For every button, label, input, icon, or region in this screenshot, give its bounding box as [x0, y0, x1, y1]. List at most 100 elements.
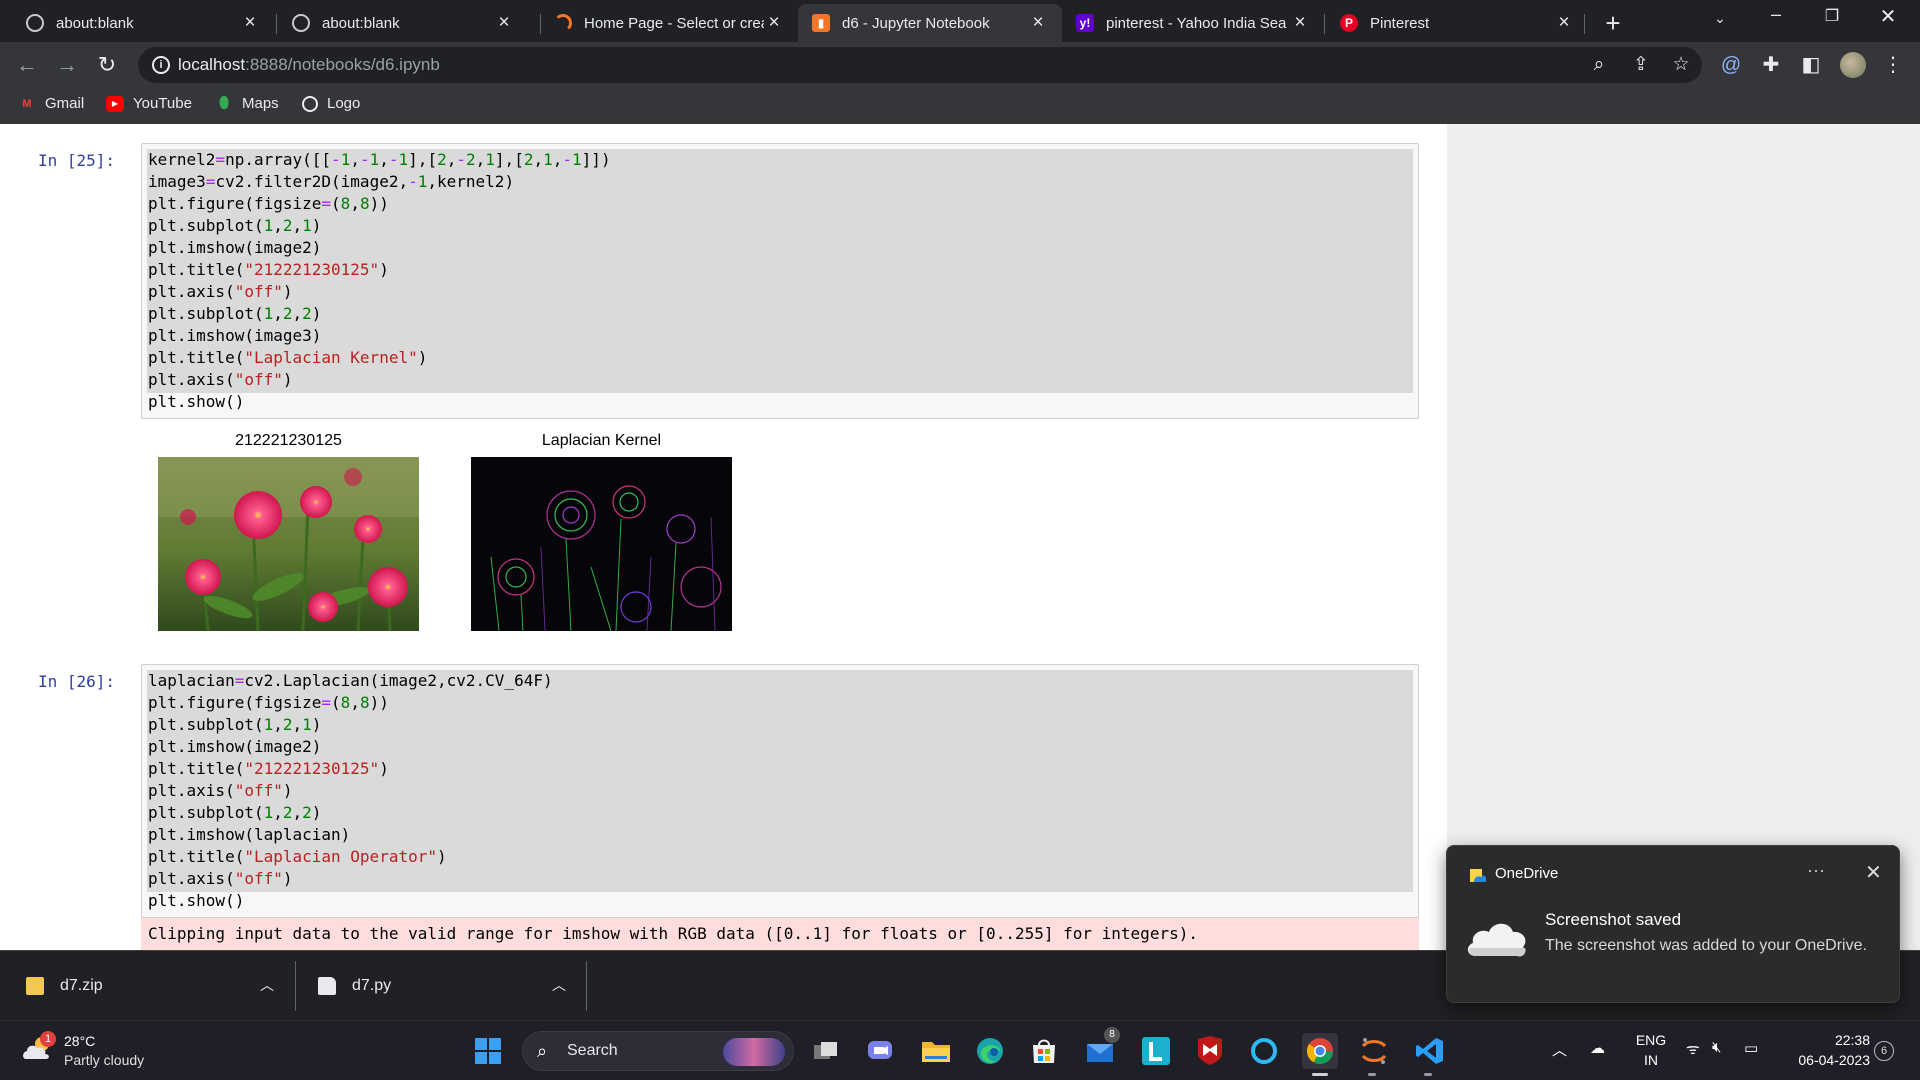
chrome-icon[interactable] — [1302, 1033, 1338, 1069]
taskbar: 1 28°C Partly cloudy ⌕ Search 8 ︿ ☁ ENG … — [0, 1020, 1920, 1080]
shelf-divider — [295, 961, 296, 1011]
youtube-icon: ▶ — [106, 95, 124, 112]
notification-count-badge[interactable]: 6 — [1874, 1041, 1894, 1061]
reload-button[interactable]: ↻ — [94, 52, 120, 78]
chevron-up-icon[interactable]: ︿ — [260, 975, 274, 995]
bookmarks-bar: M Gmail ▶ YouTube ⬮ Maps Logo — [0, 88, 1920, 124]
mail-icon[interactable]: 8 — [1082, 1027, 1120, 1069]
onedrive-notification[interactable]: OneDrive ··· ✕ Screenshot saved The scre… — [1446, 845, 1900, 1003]
code-line: plt.imshow(image2) — [148, 238, 322, 257]
minimize-button[interactable]: – — [1756, 4, 1796, 25]
code-line: image3=cv2.filter2D(image2,-1,kernel2) — [148, 172, 515, 191]
tab-close-icon[interactable]: × — [1290, 12, 1310, 34]
extensions-puzzle-icon[interactable]: ✚ — [1758, 52, 1784, 78]
onedrive-tray-icon[interactable]: ☁ — [1590, 1039, 1605, 1057]
download-item-py[interactable]: d7.py ︿ — [318, 951, 568, 1021]
code-line: plt.title("Laplacian Operator") — [148, 847, 447, 866]
extension-at-icon[interactable]: @ — [1718, 52, 1744, 78]
address-bar[interactable]: i localhost:8888/notebooks/d6.ipynb ⌕ ⇪ … — [138, 47, 1702, 83]
task-view-icon[interactable] — [808, 1033, 844, 1069]
bookmark-star-icon[interactable]: ☆ — [1670, 54, 1692, 76]
edge-browser-icon[interactable] — [972, 1033, 1008, 1069]
jupyter-icon: ▮ — [812, 14, 830, 32]
code-line: laplacian=cv2.Laplacian(image2,cv2.CV_64… — [148, 671, 553, 690]
search-highlight-image — [723, 1038, 785, 1066]
tab-title: pinterest - Yahoo India Sea — [1106, 14, 1287, 32]
file-explorer-icon[interactable] — [918, 1033, 954, 1069]
menu-kebab-icon[interactable]: ⋮ — [1880, 52, 1906, 78]
gmail-icon: M — [22, 97, 32, 110]
tab-about-blank-1[interactable]: about:blank × — [12, 4, 274, 42]
show-hidden-icons-chevron-icon[interactable]: ︿ — [1552, 1039, 1567, 1060]
toast-heading: Screenshot saved — [1545, 910, 1682, 929]
share-icon[interactable]: ⇪ — [1630, 54, 1652, 76]
code-line: plt.subplot(1,2,1) — [148, 216, 322, 235]
notebook-container[interactable]: In [25]: kernel2=np.array([[-1,-1,-1],[2… — [0, 124, 1447, 950]
url-path: :8888/notebooks/d6.ipynb — [245, 55, 440, 74]
cell-prompt: In [25]: — [38, 151, 116, 170]
l-app-icon[interactable] — [1138, 1033, 1174, 1069]
volume-muted-icon[interactable]: 🔇︎ — [1712, 1039, 1721, 1056]
tab-search-chevron-icon[interactable]: ⌄ — [1700, 10, 1740, 27]
vscode-icon[interactable] — [1412, 1033, 1448, 1069]
tab-yahoo-search[interactable]: y! pinterest - Yahoo India Sea × — [1062, 4, 1324, 42]
language-indicator[interactable]: ENG IN — [1634, 1030, 1668, 1070]
tab-pinterest[interactable]: P Pinterest × — [1326, 4, 1588, 42]
tab-about-blank-2[interactable]: about:blank × — [278, 4, 528, 42]
restore-button[interactable]: ❐ — [1812, 6, 1852, 26]
tab-home-page[interactable]: Home Page - Select or crea × — [540, 4, 798, 42]
side-panel-icon[interactable]: ◧ — [1798, 52, 1824, 78]
tab-title: about:blank — [56, 14, 134, 32]
cortana-icon[interactable] — [1246, 1033, 1282, 1069]
tab-strip: about:blank × about:blank × Home Page - … — [0, 0, 1920, 42]
tab-close-icon[interactable]: × — [494, 12, 514, 34]
flower-image — [158, 457, 419, 631]
code-line: plt.imshow(laplacian) — [148, 825, 351, 844]
bookmark-logo[interactable]: Logo — [302, 95, 360, 112]
zoom-icon[interactable]: ⌕ — [1588, 54, 1610, 76]
profile-avatar[interactable] — [1840, 52, 1866, 78]
tab-close-icon[interactable]: × — [1028, 12, 1048, 34]
jupyter-taskbar-icon[interactable] — [1356, 1033, 1392, 1069]
windows-start-icon[interactable] — [470, 1033, 506, 1069]
code-line: plt.axis("off") — [148, 282, 293, 301]
teams-chat-icon[interactable] — [862, 1033, 898, 1069]
code-line: plt.axis("off") — [148, 869, 293, 888]
weather-desc: Partly cloudy — [64, 1052, 145, 1068]
microsoft-store-icon[interactable] — [1026, 1033, 1062, 1069]
new-tab-button[interactable]: + — [1598, 8, 1628, 39]
tab-jupyter-notebook[interactable]: ▮ d6 - Jupyter Notebook × — [798, 4, 1062, 42]
code-cell-25[interactable]: kernel2=np.array([[-1,-1,-1],[2,-2,1],[2… — [141, 143, 1419, 419]
mcafee-icon[interactable] — [1192, 1033, 1228, 1069]
tab-close-icon[interactable]: × — [240, 12, 260, 34]
download-filename: d7.zip — [60, 977, 103, 994]
toast-more-icon[interactable]: ··· — [1807, 860, 1825, 881]
toast-app-name: OneDrive — [1495, 865, 1559, 882]
weather-widget[interactable]: 1 28°C Partly cloudy — [22, 1031, 162, 1073]
code-cell-26[interactable]: laplacian=cv2.Laplacian(image2,cv2.CV_64… — [141, 664, 1419, 918]
onedrive-app-icon — [1470, 869, 1487, 882]
tab-close-icon[interactable]: × — [764, 12, 784, 34]
site-info-icon[interactable]: i — [152, 56, 170, 74]
bookmark-youtube[interactable]: ▶ YouTube — [106, 95, 192, 112]
system-clock[interactable]: 22:38 06-04-2023 — [1786, 1030, 1870, 1070]
tab-divider — [1584, 14, 1585, 34]
code-line: plt.figure(figsize=(8,8)) — [148, 693, 389, 712]
forward-button[interactable]: → — [54, 52, 80, 78]
bookmark-maps[interactable]: ⬮ Maps — [215, 95, 279, 113]
chevron-up-icon[interactable]: ︿ — [552, 975, 566, 995]
wifi-icon[interactable]: ᯤ — [1686, 1039, 1700, 1059]
back-button[interactable]: ← — [14, 52, 40, 78]
battery-icon[interactable]: ▭ — [1744, 1039, 1758, 1057]
taskbar-search[interactable]: ⌕ Search — [522, 1031, 794, 1071]
toast-close-icon[interactable]: ✕ — [1865, 860, 1882, 885]
bookmark-gmail[interactable]: M Gmail — [18, 95, 84, 112]
download-item-zip[interactable]: d7.zip ︿ — [26, 951, 276, 1021]
tab-close-icon[interactable]: × — [1554, 12, 1574, 34]
weather-temp: 28°C — [64, 1033, 96, 1049]
code-line: plt.axis("off") — [148, 781, 293, 800]
pinterest-icon: P — [1340, 14, 1358, 32]
close-window-button[interactable]: ✕ — [1868, 4, 1908, 29]
output-title-original: 212221230125 — [235, 432, 342, 449]
url-text[interactable]: localhost:8888/notebooks/d6.ipynb — [178, 55, 440, 75]
